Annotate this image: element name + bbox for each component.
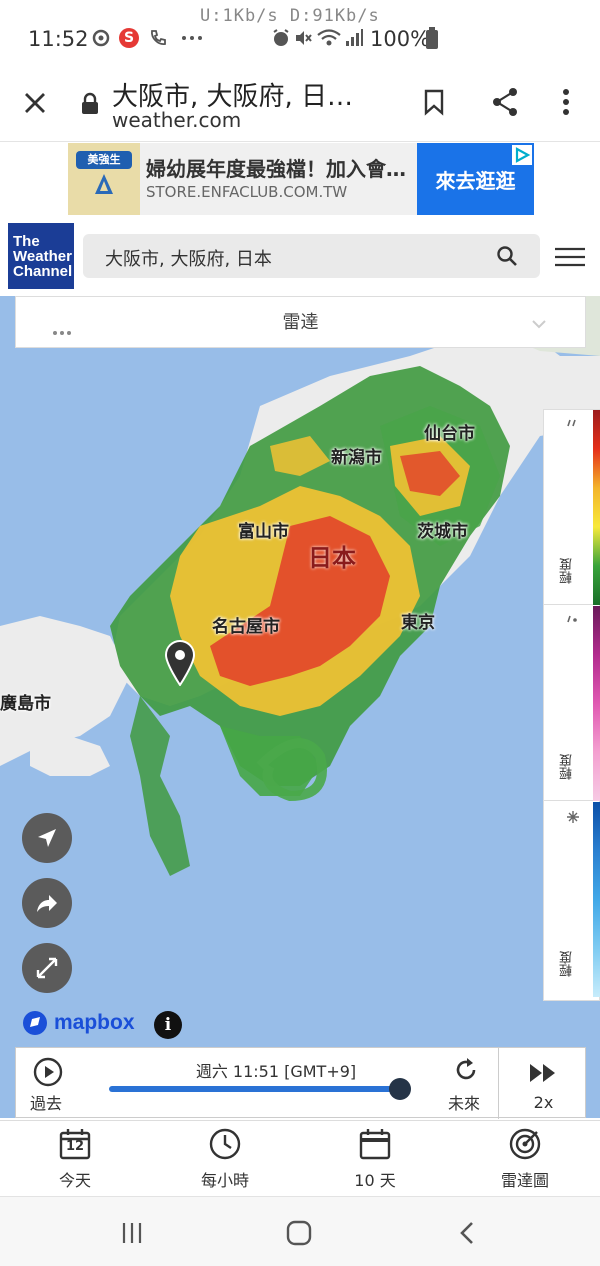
play-icon [33,1057,63,1087]
radar-timeline: 過去 週六 11:51 [GMT+9] 未來 2x [15,1047,587,1119]
location-search-input[interactable]: 大阪市, 大阪府, 日本 [83,234,540,278]
ad-url[interactable]: STORE.ENFACLUB.COM.TW [146,183,347,201]
signal-icon [344,26,364,50]
page-domain[interactable]: weather.com [112,108,241,132]
city-label-ibaraki: 茨城市 [417,522,468,542]
playback-speed-label: 2x [533,1093,554,1112]
location-pin-icon[interactable] [164,640,196,687]
playback-speed-button[interactable]: 2x [498,1048,587,1119]
my-location-button[interactable] [22,813,72,863]
forward-arrow-icon [37,895,57,912]
legend-gradient-snow [593,802,600,997]
legend-gradient-rain [593,410,600,605]
timeline-future-label: 未來 [448,1094,481,1113]
share-icon[interactable] [490,86,520,118]
city-label-sendai: 仙台市 [424,424,475,444]
play-button[interactable] [32,1056,64,1088]
timeline-timestamp: 週六 11:51 [GMT+9] [195,1062,357,1081]
city-label-nagoya: 名古屋市 [212,617,280,637]
status-clock: 11:52 [28,27,89,51]
mute-icon [293,26,313,50]
sync-icon [90,26,112,50]
radar-map-canvas [0,296,600,1118]
navigation-arrow-icon [38,829,56,847]
call-icon [147,26,169,50]
legend-gradient-mix [593,606,600,801]
hamburger-menu-icon[interactable] [554,246,586,268]
legend-snow: 輕度 [544,802,600,997]
chevron-down-icon[interactable] [531,315,547,329]
status-bar: U:1Kb/s D:91Kb/s 11:52 S 100% [0,0,600,66]
legend-mix: 輕度 [544,606,600,801]
more-notifications-icon [180,26,204,50]
browser-url-bar: 大阪市, 大阪府, 日… weather.com [0,66,600,142]
clock-icon [209,1128,241,1160]
expand-icon [36,957,58,979]
nav-radar[interactable]: 雷達圖 [450,1121,600,1197]
advertisement-banner[interactable]: 美強生 婦幼展年度最強檔！加入會… STORE.ENFACLUB.COM.TW … [68,143,534,215]
refresh-button[interactable] [452,1056,480,1084]
adchoices-icon[interactable] [512,145,532,165]
ad-logo-icon [94,173,114,195]
search-icon[interactable] [496,245,518,267]
mix-icon [566,614,578,632]
mapbox-logo-icon [23,1011,47,1035]
site-header: The Weather Channel 大阪市, 大阪府, 日本 [0,216,600,296]
rain-icon [566,418,578,436]
recent-apps-icon[interactable] [120,1221,144,1245]
battery-icon [424,26,440,50]
radar-legend: 輕度 輕度 輕度 [543,409,600,1001]
nav-10-day[interactable]: 10 天 [300,1121,450,1197]
city-label-tokyo: 東京 [401,613,435,633]
fullscreen-button[interactable] [22,943,72,993]
bookmark-icon[interactable] [422,88,448,118]
bottom-navigation: 12 今天 每小時 10 天 雷達圖 [0,1120,600,1196]
radar-icon [509,1128,541,1160]
city-label-hiroshima: 廣島市 [0,694,51,714]
city-label-toyama: 富山市 [238,522,289,542]
wifi-icon [316,26,342,50]
timeline-slider-track[interactable] [109,1086,409,1092]
more-options-icon[interactable] [560,88,572,118]
layer-label: 雷達 [282,312,319,333]
info-icon[interactable]: i [154,1011,182,1039]
twc-logo[interactable]: The Weather Channel [8,223,74,289]
snow-icon [566,810,580,828]
lock-icon [80,92,102,118]
system-navigation-bar [0,1196,600,1266]
country-label: 日本 [308,544,356,572]
ad-title[interactable]: 婦幼展年度最強檔！加入會… [146,153,406,182]
fast-forward-icon [528,1062,558,1084]
calendar-icon [359,1129,391,1160]
network-speed: U:1Kb/s D:91Kb/s [200,6,380,26]
back-icon[interactable] [458,1220,476,1246]
battery-percent: 100% [370,27,431,51]
refresh-icon [456,1058,476,1080]
city-label-niigata: 新潟市 [331,448,382,468]
legend-rain: 輕度 [544,410,600,605]
layer-selector[interactable]: 雷達 [15,296,586,348]
close-icon[interactable] [20,88,50,118]
share-map-button[interactable] [22,878,72,928]
nav-today[interactable]: 12 今天 [0,1121,150,1197]
alarm-icon [271,26,291,50]
ad-product-image: 美強生 [68,143,140,215]
mapbox-attribution[interactable]: mapbox [22,1009,135,1037]
search-value: 大阪市, 大阪府, 日本 [105,249,272,270]
notification-badge: S [117,26,141,50]
timeline-slider-handle[interactable] [389,1078,411,1100]
timeline-past-label: 過去 [30,1094,63,1113]
nav-hourly[interactable]: 每小時 [150,1121,300,1197]
radar-map[interactable]: 雷達 仙台市 新潟市 富山市 茨城市 名古屋市 東京 廣島市 日本 mapbox… [0,296,600,1118]
home-icon[interactable] [286,1220,312,1246]
